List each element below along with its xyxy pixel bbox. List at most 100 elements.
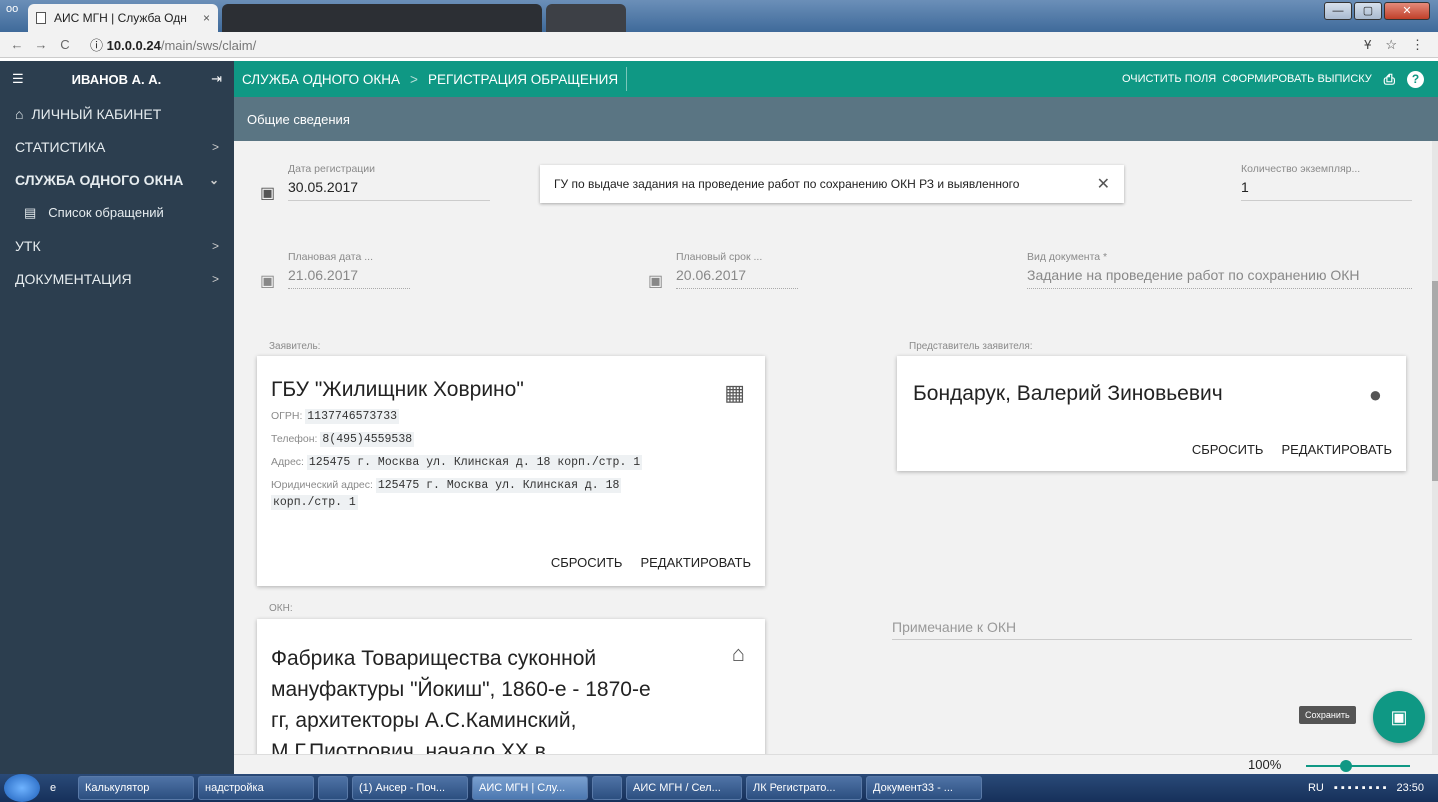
forward-icon[interactable]: →	[34, 37, 48, 52]
print-icon[interactable]: ⎙	[1384, 71, 1395, 88]
okn-title-line: гг, архитекторы А.С.Каминский,	[271, 709, 577, 732]
extension-icon[interactable]: Ұ	[1364, 37, 1371, 53]
section-header: Общие сведения	[234, 97, 1438, 141]
ogrn-row: ОГРН: 1137746573733	[271, 408, 751, 425]
sidebar-item-utk[interactable]: УТК >	[0, 229, 234, 262]
main-content: ▣ Дата регистрации 30.05.2017 ГУ по выда…	[234, 141, 1432, 754]
edit-applicant-button[interactable]: РЕДАКТИРОВАТЬ	[640, 555, 751, 570]
url-host: 10.0.0.24	[106, 38, 161, 53]
phone-label: Телефон:	[271, 433, 318, 445]
browser-tab-inactive[interactable]	[222, 4, 542, 32]
ogrn-value: 1137746573733	[305, 409, 399, 424]
profile-icon[interactable]: oo	[6, 3, 24, 21]
reset-applicant-button[interactable]: СБРОСИТЬ	[551, 555, 623, 570]
service-value: ГУ по выдаче задания на проведение работ…	[554, 177, 1020, 191]
save-button[interactable]: ▣	[1373, 691, 1425, 743]
okn-title-line: Фабрика Товарищества суконной	[271, 647, 597, 670]
edit-representative-button[interactable]: РЕДАКТИРОВАТЬ	[1281, 442, 1392, 457]
reset-representative-button[interactable]: СБРОСИТЬ	[1192, 442, 1264, 457]
scrollbar-thumb[interactable]	[1432, 281, 1438, 481]
document-type-value: Задание на проведение работ по сохранени…	[1027, 263, 1412, 289]
okn-title-line: мануфактуры "Йокиш", 1860-е - 1870-е	[271, 678, 651, 701]
logout-icon[interactable]: ⇥	[211, 71, 222, 87]
clear-service-icon[interactable]: ✕	[1097, 174, 1110, 194]
legal-address-row: Юридический адрес: 125475 г. Москва ул. …	[271, 477, 751, 511]
document-type-label: Вид документа *	[1027, 251, 1108, 263]
topbar-actions: ОЧИСТИТЬ ПОЛЯ СФОРМИРОВАТЬ ВЫПИСКУ ⎙ ?	[1122, 70, 1438, 88]
legal-address-value-2: корп./стр. 1	[271, 495, 358, 510]
close-window-button[interactable]: ✕	[1384, 2, 1430, 20]
reload-icon[interactable]: C	[58, 37, 72, 52]
help-icon[interactable]: ?	[1407, 70, 1424, 88]
calendar-icon[interactable]: ▣	[260, 183, 275, 203]
taskbar-item-yandex[interactable]	[592, 776, 622, 800]
breadcrumb-one-window[interactable]: СЛУЖБА ОДНОГО ОКНА	[242, 72, 400, 87]
copies-value[interactable]: 1	[1241, 175, 1412, 201]
applicant-section-label: Заявитель:	[269, 341, 321, 352]
sidebar-item-label: УТК	[15, 237, 41, 254]
browser-tab-inactive[interactable]	[546, 4, 626, 32]
sidebar-item-one-window[interactable]: СЛУЖБА ОДНОГО ОКНА ⌄	[0, 163, 234, 196]
save-tooltip: Сохранить	[1299, 706, 1356, 724]
sidebar-item-claims-list[interactable]: ▤ Список обращений	[0, 196, 234, 229]
registration-date-value[interactable]: 30.05.2017	[288, 175, 490, 201]
user-name: ИВАНОВ А. А.	[71, 71, 162, 87]
person-icon: ●	[1368, 382, 1382, 407]
taskbar-item-ais-sel[interactable]: АИС МГН / Сел...	[626, 776, 742, 800]
url-path: /main/sws/claim/	[160, 38, 257, 53]
info-icon: ⓘ	[90, 38, 107, 53]
tab-close-icon[interactable]: ×	[203, 11, 210, 25]
breadcrumb-separator-icon: >	[410, 71, 418, 87]
okn-title-line: М.Г.Пиотрович, начало XX в.,	[271, 740, 558, 754]
browser-tab-active[interactable]: АИС МГН | Служба Одн ×	[28, 4, 218, 32]
taskbar-item-calculator[interactable]: Калькулятор	[78, 776, 194, 800]
registration-date-field[interactable]: Дата регистрации 30.05.2017	[288, 163, 490, 201]
back-icon[interactable]: ←	[10, 37, 24, 52]
page-icon	[36, 12, 46, 24]
sidebar-item-cabinet[interactable]: ⌂ ЛИЧНЫЙ КАБИНЕТ	[0, 97, 234, 130]
phone-value: 8(495)4559538	[320, 432, 415, 447]
zoom-slider[interactable]	[1306, 765, 1410, 767]
sidebar-item-documentation[interactable]: ДОКУМЕНТАЦИЯ >	[0, 262, 234, 295]
zoom-slider-handle[interactable]	[1340, 760, 1352, 772]
taskbar-item-word-lk[interactable]: ЛК Регистрато...	[746, 776, 862, 800]
service-select[interactable]: ГУ по выдаче задания на проведение работ…	[540, 165, 1124, 203]
taskbar-item-ais-active[interactable]: АИС МГН | Слу...	[472, 776, 588, 800]
tray-icons[interactable]: ▪ ▪ ▪ ▪ ▪ ▪ ▪ ▪	[1334, 782, 1387, 794]
breadcrumb-registration: РЕГИСТРАЦИЯ ОБРАЩЕНИЯ	[427, 71, 619, 87]
scrollbar[interactable]	[1432, 141, 1438, 754]
system-tray: RU ▪ ▪ ▪ ▪ ▪ ▪ ▪ ▪ 23:50	[1308, 782, 1438, 794]
okn-card: Фабрика Товарищества суконной мануфактур…	[257, 619, 765, 754]
ie-icon[interactable]: e	[44, 776, 74, 800]
document-type-field: Вид документа * Задание на проведение ра…	[1027, 251, 1412, 289]
applicant-name: ГБУ "Жилищник Ховрино"	[271, 378, 524, 401]
list-icon: ▤	[24, 204, 37, 220]
clear-fields-button[interactable]: ОЧИСТИТЬ ПОЛЯ	[1122, 73, 1216, 85]
sidebar-item-statistics[interactable]: СТАТИСТИКА >	[0, 130, 234, 163]
okn-note-input[interactable]: Примечание к ОКН	[892, 619, 1412, 640]
clock[interactable]: 23:50	[1396, 782, 1424, 794]
windows-taskbar: e Калькулятор надстройка (1) Ансер - Поч…	[0, 774, 1438, 802]
registration-date-label: Дата регистрации	[288, 163, 376, 175]
chevron-down-icon: ⌄	[208, 172, 219, 187]
url-field[interactable]: ⓘ 10.0.0.24/main/sws/claim/	[90, 35, 256, 54]
minimize-button[interactable]: —	[1324, 2, 1352, 20]
chevron-right-icon: >	[211, 139, 219, 154]
bookmark-star-icon[interactable]: ☆	[1385, 37, 1397, 53]
taskbar-item-addon[interactable]: надстройка	[198, 776, 314, 800]
hamburger-menu-icon[interactable]: ☰	[12, 71, 24, 87]
window-controls: — ▢ ✕	[1322, 2, 1430, 20]
taskbar-item-app[interactable]	[318, 776, 348, 800]
taskbar-item-mail[interactable]: (1) Ансер - Поч...	[352, 776, 468, 800]
representative-actions: СБРОСИТЬ РЕДАКТИРОВАТЬ	[1192, 442, 1392, 457]
copies-field[interactable]: Количество экземпляр... 1	[1241, 163, 1412, 201]
generate-statement-button[interactable]: СФОРМИРОВАТЬ ВЫПИСКУ	[1222, 73, 1372, 85]
chevron-right-icon: >	[211, 238, 219, 253]
start-button[interactable]	[4, 774, 40, 802]
representative-card: Бондарук, Валерий Зиновьевич ● СБРОСИТЬ …	[897, 356, 1406, 471]
menu-kebab-icon[interactable]: ⋮	[1411, 37, 1424, 53]
taskbar-item-word-doc[interactable]: Документ33 - ...	[866, 776, 982, 800]
legal-address-value-1: 125475 г. Москва ул. Клинская д. 18	[375, 478, 622, 493]
language-indicator[interactable]: RU	[1308, 782, 1324, 794]
maximize-button[interactable]: ▢	[1354, 2, 1382, 20]
